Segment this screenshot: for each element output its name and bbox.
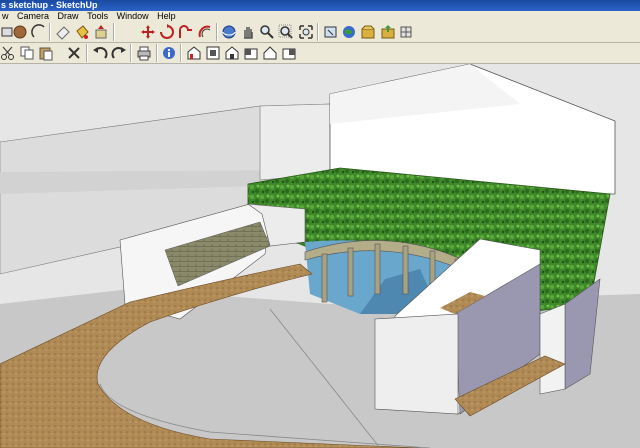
back-view-icon[interactable]: [262, 45, 278, 61]
cut-icon[interactable]: [0, 45, 16, 61]
menu-help[interactable]: Help: [155, 11, 180, 22]
top-view-icon[interactable]: [205, 45, 221, 61]
zoom-window-icon[interactable]: [278, 24, 294, 40]
toolbar-separator: [86, 44, 88, 62]
toolbar-separator: [216, 23, 218, 41]
redo-icon[interactable]: [111, 45, 127, 61]
circle-icon[interactable]: [12, 24, 28, 40]
components-icon[interactable]: [398, 24, 414, 40]
right-view-icon[interactable]: [243, 45, 259, 61]
add-location-icon[interactable]: [323, 24, 339, 40]
orbit-icon[interactable]: [221, 24, 237, 40]
drawing-toolbar: [0, 22, 640, 43]
share-model-icon[interactable]: [380, 24, 396, 40]
undo-icon[interactable]: [92, 45, 108, 61]
eraser-icon[interactable]: [55, 24, 71, 40]
menu-draw[interactable]: Draw: [56, 11, 83, 22]
paint-bucket-icon[interactable]: [74, 24, 90, 40]
zoom-extents-icon[interactable]: [298, 24, 314, 40]
preview-google-earth-icon[interactable]: [341, 24, 357, 40]
push-pull-icon[interactable]: [93, 24, 109, 40]
far-right-wall-front: [539, 303, 566, 395]
copy-icon[interactable]: [19, 45, 35, 61]
menu-tools[interactable]: Tools: [85, 11, 112, 22]
get-models-icon[interactable]: [360, 24, 376, 40]
toolbar-separator: [113, 23, 115, 41]
delete-icon[interactable]: [66, 45, 82, 61]
toolbar-separator: [49, 23, 51, 41]
model-info-icon[interactable]: [161, 45, 177, 61]
print-icon[interactable]: [136, 45, 152, 61]
toolbar-separator: [156, 44, 158, 62]
move-icon[interactable]: [140, 24, 156, 40]
zoom-icon[interactable]: [259, 24, 275, 40]
menu-camera[interactable]: Camera: [15, 11, 53, 22]
arc-icon[interactable]: [31, 24, 47, 40]
standard-toolbar: [0, 43, 640, 64]
model-scene: [0, 64, 640, 448]
toolbar-separator: [180, 44, 182, 62]
drawing-viewport[interactable]: [0, 64, 640, 448]
left-wall-top: [259, 103, 331, 181]
toolbar-separator: [130, 44, 132, 62]
iso-view-icon[interactable]: [186, 45, 202, 61]
paste-icon[interactable]: [38, 45, 54, 61]
left-view-icon[interactable]: [281, 45, 297, 61]
follow-me-icon[interactable]: [178, 24, 194, 40]
front-view-icon[interactable]: [224, 45, 240, 61]
rotate-icon[interactable]: [159, 24, 175, 40]
menu-view[interactable]: w: [0, 11, 13, 22]
menu-bar: w Camera Draw Tools Window Help: [0, 11, 640, 22]
pan-icon[interactable]: [240, 24, 256, 40]
title-bar: s sketchup - SketchUp: [0, 0, 640, 11]
window-title: s sketchup - SketchUp: [1, 0, 98, 10]
right-wall-front: [374, 313, 459, 415]
menu-window[interactable]: Window: [115, 11, 153, 22]
toolbar-separator: [317, 23, 319, 41]
offset-icon[interactable]: [197, 24, 213, 40]
